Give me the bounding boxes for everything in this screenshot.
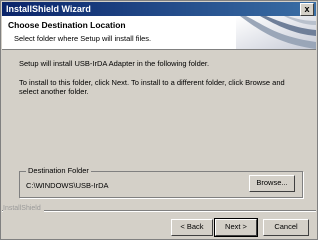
close-button[interactable]: x [300,3,314,16]
browse-button[interactable]: Browse... [249,175,295,192]
installshield-brand: InstallShield [3,205,44,212]
brand-divider [2,210,316,211]
destination-folder-group: Destination Folder C:\WINDOWS\USB-IrDA B… [19,166,303,198]
destination-folder-label: Destination Folder [26,166,91,175]
instructions-text: To install to this folder, click Next. T… [19,78,285,96]
wizard-header: Choose Destination Location Select folde… [2,16,316,50]
cancel-button[interactable]: Cancel [263,219,309,236]
install-location-text: Setup will install USB-IrDA Adapter in t… [19,59,210,68]
title-bar[interactable]: InstallShield Wizard x [2,2,316,16]
header-subtitle: Select folder where Setup will install f… [14,34,152,43]
installshield-window: InstallShield Wizard x Choose Destinatio… [0,0,318,240]
back-button[interactable]: < Back [171,219,213,236]
header-graphic [236,16,316,49]
swirl-logo-icon [236,16,316,49]
header-title: Choose Destination Location [8,20,126,30]
window-title: InstallShield Wizard [6,4,91,14]
destination-path: C:\WINDOWS\USB-IrDA [26,181,109,190]
next-button[interactable]: Next > [214,218,258,237]
